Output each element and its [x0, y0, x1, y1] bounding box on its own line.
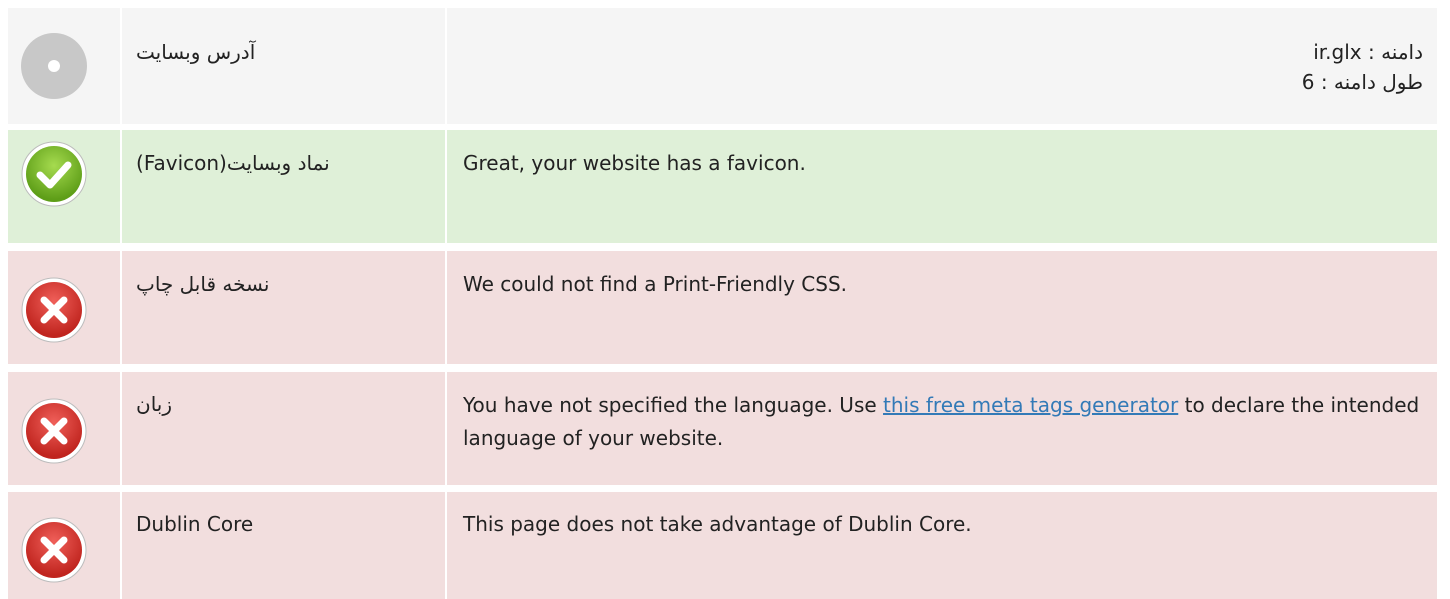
meta-tags-generator-link[interactable]: this free meta tags generator: [883, 393, 1178, 417]
row-label: Dublin Core: [122, 492, 445, 599]
table-row-favicon: نماد وبسایت(Favicon) Great, your website…: [0, 130, 1450, 243]
row-value: This page does not take advantage of Dub…: [447, 492, 1437, 599]
row-value: You have not specified the language. Use…: [447, 372, 1437, 485]
table-row-print-friendly: نسخه قابل چاپ We could not find a Print-…: [0, 251, 1450, 364]
status-cell: [8, 8, 120, 124]
row-label: آدرس وبسایت: [122, 8, 445, 124]
table-row-language: زبان You have not specified the language…: [0, 372, 1450, 485]
checkmark-icon: [21, 141, 87, 207]
error-x-icon: [21, 277, 87, 343]
row-label-text: زبان: [136, 392, 173, 416]
status-cell: [8, 372, 120, 485]
row-value-text-before: You have not specified the language. Use: [463, 393, 884, 417]
row-label: نماد وبسایت(Favicon): [122, 130, 445, 243]
table-row-dublin-core: Dublin Core This page does not take adva…: [0, 492, 1450, 599]
row-label-text: Dublin Core: [136, 512, 254, 536]
table-row-website-address: آدرس وبسایت دامنه : ir.glx طول دامنه : 6: [0, 8, 1450, 124]
status-cell: [8, 251, 120, 364]
status-cell: [8, 492, 120, 599]
error-x-icon: [21, 398, 87, 464]
row-value: دامنه : ir.glx طول دامنه : 6: [447, 8, 1437, 124]
row-label: نسخه قابل چاپ: [122, 251, 445, 364]
row-label: زبان: [122, 372, 445, 485]
row-label-text: آدرس وبسایت: [136, 40, 256, 64]
row-label-text: نماد وبسایت(Favicon): [136, 151, 330, 175]
row-value-text: This page does not take advantage of Dub…: [463, 512, 972, 536]
row-value: Great, your website has a favicon.: [447, 130, 1437, 243]
row-label-text: نسخه قابل چاپ: [136, 272, 270, 296]
status-cell: [8, 130, 120, 243]
row-value-text: We could not find a Print-Friendly CSS.: [463, 272, 848, 296]
error-x-icon: [21, 517, 87, 583]
row-value: We could not find a Print-Friendly CSS.: [447, 251, 1437, 364]
domain-length-line: طول دامنه : 6: [1301, 70, 1423, 94]
row-value-text: Great, your website has a favicon.: [463, 151, 806, 175]
neutral-circle-icon: [21, 33, 87, 99]
domain-line: دامنه : ir.glx: [1313, 40, 1423, 64]
